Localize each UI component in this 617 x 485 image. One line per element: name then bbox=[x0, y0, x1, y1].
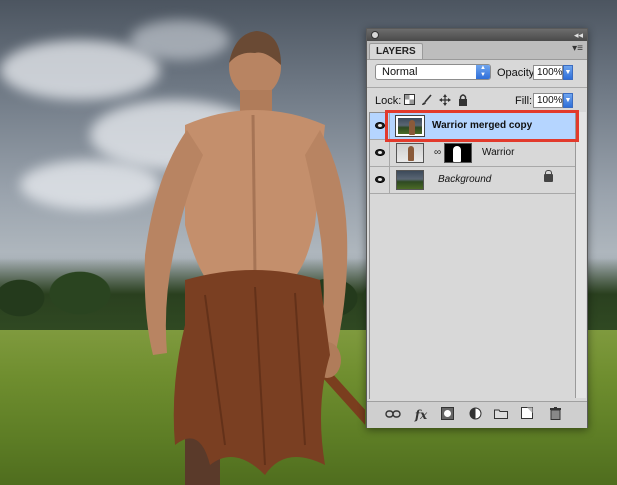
lock-label: Lock: bbox=[375, 95, 402, 107]
lock-move-icon[interactable] bbox=[439, 94, 451, 106]
opacity-input[interactable]: 100% bbox=[533, 65, 563, 80]
opacity-label: Opacity: bbox=[497, 67, 538, 79]
lock-paint-icon[interactable] bbox=[421, 94, 433, 106]
link-layers-icon[interactable] bbox=[385, 407, 401, 423]
scrollbar[interactable] bbox=[575, 112, 586, 398]
panel-tabbar: LAYERS ▾≡ bbox=[367, 41, 587, 60]
layers-list: Warrior merged copy ∞ Warrior Background bbox=[369, 112, 576, 399]
fill-label: Fill: bbox=[515, 95, 533, 107]
panel-titlebar[interactable]: ◂◂ bbox=[367, 29, 587, 41]
lock-icon bbox=[544, 170, 553, 182]
mask-figure bbox=[453, 146, 461, 162]
visibility-toggle[interactable] bbox=[370, 140, 390, 166]
divider bbox=[367, 87, 587, 88]
layer-name[interactable]: Background bbox=[438, 174, 491, 185]
lock-transparent-icon[interactable] bbox=[403, 94, 415, 106]
layers-panel: ◂◂ LAYERS ▾≡ Normal ▲ ▼ Opacity: 100% ▼ L… bbox=[366, 28, 588, 428]
fill-input[interactable]: 100% bbox=[533, 93, 563, 108]
opacity-dropdown-icon[interactable]: ▼ bbox=[563, 65, 573, 80]
lock-all-icon[interactable] bbox=[457, 94, 469, 106]
thumbnail-figure bbox=[408, 146, 414, 161]
layer-row-background[interactable]: Background bbox=[370, 167, 576, 194]
layer-mask-thumbnail[interactable] bbox=[444, 143, 472, 163]
annotation-highlight bbox=[385, 110, 579, 142]
eye-icon[interactable] bbox=[375, 149, 385, 156]
warrior-figure bbox=[144, 31, 365, 485]
collapse-icon[interactable]: ◂◂ bbox=[574, 29, 583, 41]
layer-thumbnail bbox=[396, 170, 424, 190]
close-icon[interactable] bbox=[371, 31, 379, 39]
fill-dropdown-icon[interactable]: ▼ bbox=[563, 93, 573, 108]
blend-mode-select[interactable]: Normal ▲ ▼ bbox=[375, 64, 491, 80]
add-mask-icon[interactable] bbox=[439, 407, 455, 423]
adjustment-layer-icon[interactable] bbox=[467, 407, 483, 423]
trash-icon[interactable] bbox=[547, 407, 563, 423]
eye-icon[interactable] bbox=[375, 122, 385, 129]
layer-name[interactable]: Warrior bbox=[482, 147, 514, 158]
panel-menu-icon[interactable]: ▾≡ bbox=[572, 43, 583, 54]
panel-bottom-bar: fx bbox=[367, 401, 587, 428]
new-layer-icon[interactable] bbox=[519, 407, 535, 423]
new-group-icon[interactable] bbox=[493, 407, 509, 423]
fx-icon[interactable]: fx bbox=[413, 407, 429, 423]
eye-icon[interactable] bbox=[375, 176, 385, 183]
select-arrows-icon: ▲ ▼ bbox=[476, 65, 490, 79]
visibility-toggle[interactable] bbox=[370, 167, 390, 193]
layer-thumbnail bbox=[396, 143, 424, 163]
blend-mode-value: Normal bbox=[382, 66, 418, 78]
chain-link-icon[interactable]: ∞ bbox=[434, 147, 441, 158]
tab-layers[interactable]: LAYERS bbox=[369, 43, 423, 59]
layer-row-warrior[interactable]: ∞ Warrior bbox=[370, 140, 576, 167]
